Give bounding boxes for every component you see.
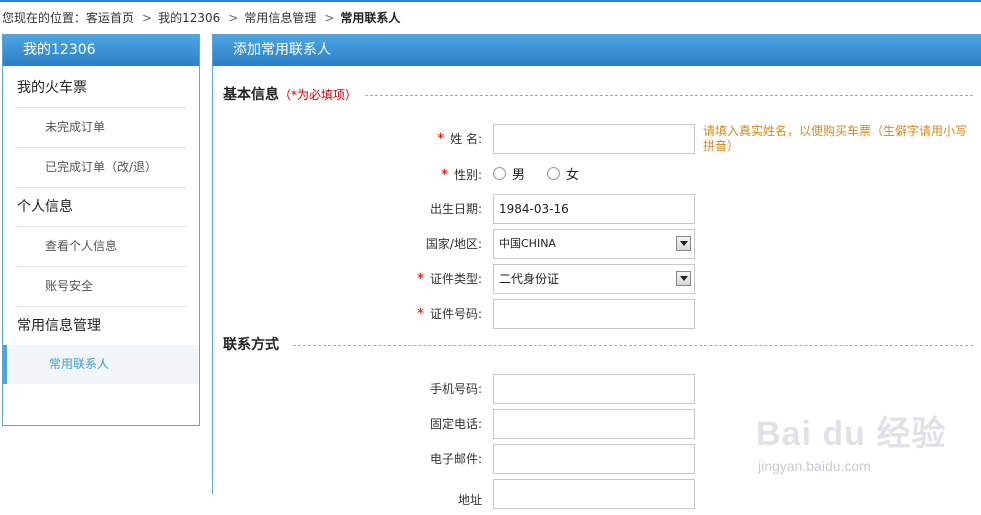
row-address: 地址 xyxy=(213,479,981,509)
section-divider xyxy=(365,95,973,96)
sidebar-group-personal-info[interactable]: 个人信息 xyxy=(15,188,187,227)
sidebar-group-tickets[interactable]: 我的火车票 xyxy=(15,69,187,108)
country-label: 国家/地区: xyxy=(425,237,482,251)
gender-radio-group: 男女 xyxy=(493,160,601,190)
sidebar-item-common-contacts[interactable]: 常用联系人 xyxy=(3,345,199,384)
sidebar-item-account-security[interactable]: 账号安全 xyxy=(15,267,187,307)
sidebar: 我的12306 我的火车票 未完成订单 已完成订单（改/退） 个人信息 查看个人… xyxy=(2,34,200,426)
section-divider xyxy=(293,345,973,346)
breadcrumb-link-my12306[interactable]: 我的12306 xyxy=(158,10,220,26)
chevron-down-icon[interactable] xyxy=(676,236,691,251)
address-input[interactable] xyxy=(493,479,695,509)
section-basic-info-title: 基本信息 xyxy=(223,87,279,103)
id-type-select-value: 二代身份证 xyxy=(499,272,560,286)
breadcrumb-link-info-manage[interactable]: 常用信息管理 xyxy=(244,10,316,26)
birth-date-input[interactable] xyxy=(493,194,695,224)
required-star: * xyxy=(416,271,424,287)
section-basic-info: 基本信息（*为必填项） xyxy=(223,85,357,105)
address-label: 地址 xyxy=(457,493,482,507)
country-select[interactable]: 中国CHINA xyxy=(493,229,695,259)
mobile-label: 手机号码: xyxy=(429,382,482,396)
required-star: * xyxy=(416,306,424,322)
id-number-input[interactable] xyxy=(493,299,695,329)
gender-male-radio[interactable] xyxy=(493,167,506,180)
panel-title: 添加常用联系人 xyxy=(213,35,981,66)
country-select-value: 中国CHINA xyxy=(499,237,556,250)
row-name: * 姓 名: 请填入真实姓名，以便购买车票（生僻字请用小写拼音） xyxy=(213,124,981,154)
breadcrumb-current: 常用联系人 xyxy=(340,11,401,25)
main-panel: 添加常用联系人 基本信息（*为必填项） * 姓 名: 请填入真实姓名，以便购买车票… xyxy=(212,34,981,509)
top-accent-line xyxy=(0,0,981,2)
mobile-input[interactable] xyxy=(493,374,695,404)
row-country: 国家/地区: 中国CHINA xyxy=(213,229,981,259)
name-input[interactable] xyxy=(493,124,695,154)
required-star: * xyxy=(440,167,448,183)
row-id-number: * 证件号码: xyxy=(213,299,981,329)
gender-female-label[interactable]: 女 xyxy=(566,168,579,183)
row-phone: 固定电话: xyxy=(213,409,981,439)
breadcrumb-separator: > xyxy=(142,11,153,25)
row-gender: * 性别: 男女 xyxy=(213,160,981,190)
row-email: 电子邮件: xyxy=(213,444,981,474)
gender-label: * 性别: xyxy=(440,167,482,183)
required-star: * xyxy=(437,131,445,147)
breadcrumb-separator: > xyxy=(228,11,239,25)
gender-male-label[interactable]: 男 xyxy=(512,168,525,183)
section-contact: 联系方式 xyxy=(223,337,279,353)
breadcrumb-link-home[interactable]: 客运首页 xyxy=(86,10,134,26)
name-label: * 姓 名: xyxy=(437,131,482,147)
gender-female-radio[interactable] xyxy=(547,167,561,180)
name-hint: 请填入真实姓名，以便购买车票（生僻字请用小写拼音） xyxy=(703,124,968,153)
required-note: （*为必填项） xyxy=(279,88,358,102)
sidebar-item-unfinished-orders[interactable]: 未完成订单 xyxy=(15,108,187,148)
sidebar-menu: 我的火车票 未完成订单 已完成订单（改/退） 个人信息 查看个人信息 账号安全 … xyxy=(3,69,199,384)
sidebar-title: 我的12306 xyxy=(3,35,199,66)
row-mobile: 手机号码: xyxy=(213,374,981,404)
sidebar-group-common-info[interactable]: 常用信息管理 xyxy=(15,307,187,345)
breadcrumb-separator: > xyxy=(324,11,335,25)
chevron-down-icon[interactable] xyxy=(676,271,691,286)
id-number-label: * 证件号码: xyxy=(416,306,482,322)
sidebar-item-view-personal-info[interactable]: 查看个人信息 xyxy=(15,227,187,267)
email-label: 电子邮件: xyxy=(429,452,482,466)
breadcrumb: 您现在的位置：客运首页 > 我的12306 > 常用信息管理 > 常用联系人 xyxy=(2,10,400,26)
birth-label: 出生日期: xyxy=(429,202,482,216)
phone-label: 固定电话: xyxy=(429,417,482,431)
row-birth: 出生日期: xyxy=(213,194,981,224)
email-input[interactable] xyxy=(493,444,695,474)
id-type-label: * 证件类型: xyxy=(416,271,482,287)
phone-input[interactable] xyxy=(493,409,695,439)
row-id-type: * 证件类型: 二代身份证 xyxy=(213,264,981,294)
sidebar-item-finished-orders[interactable]: 已完成订单（改/退） xyxy=(15,148,187,188)
breadcrumb-prefix: 您现在的位置： xyxy=(2,11,87,25)
id-type-select[interactable]: 二代身份证 xyxy=(493,264,695,294)
